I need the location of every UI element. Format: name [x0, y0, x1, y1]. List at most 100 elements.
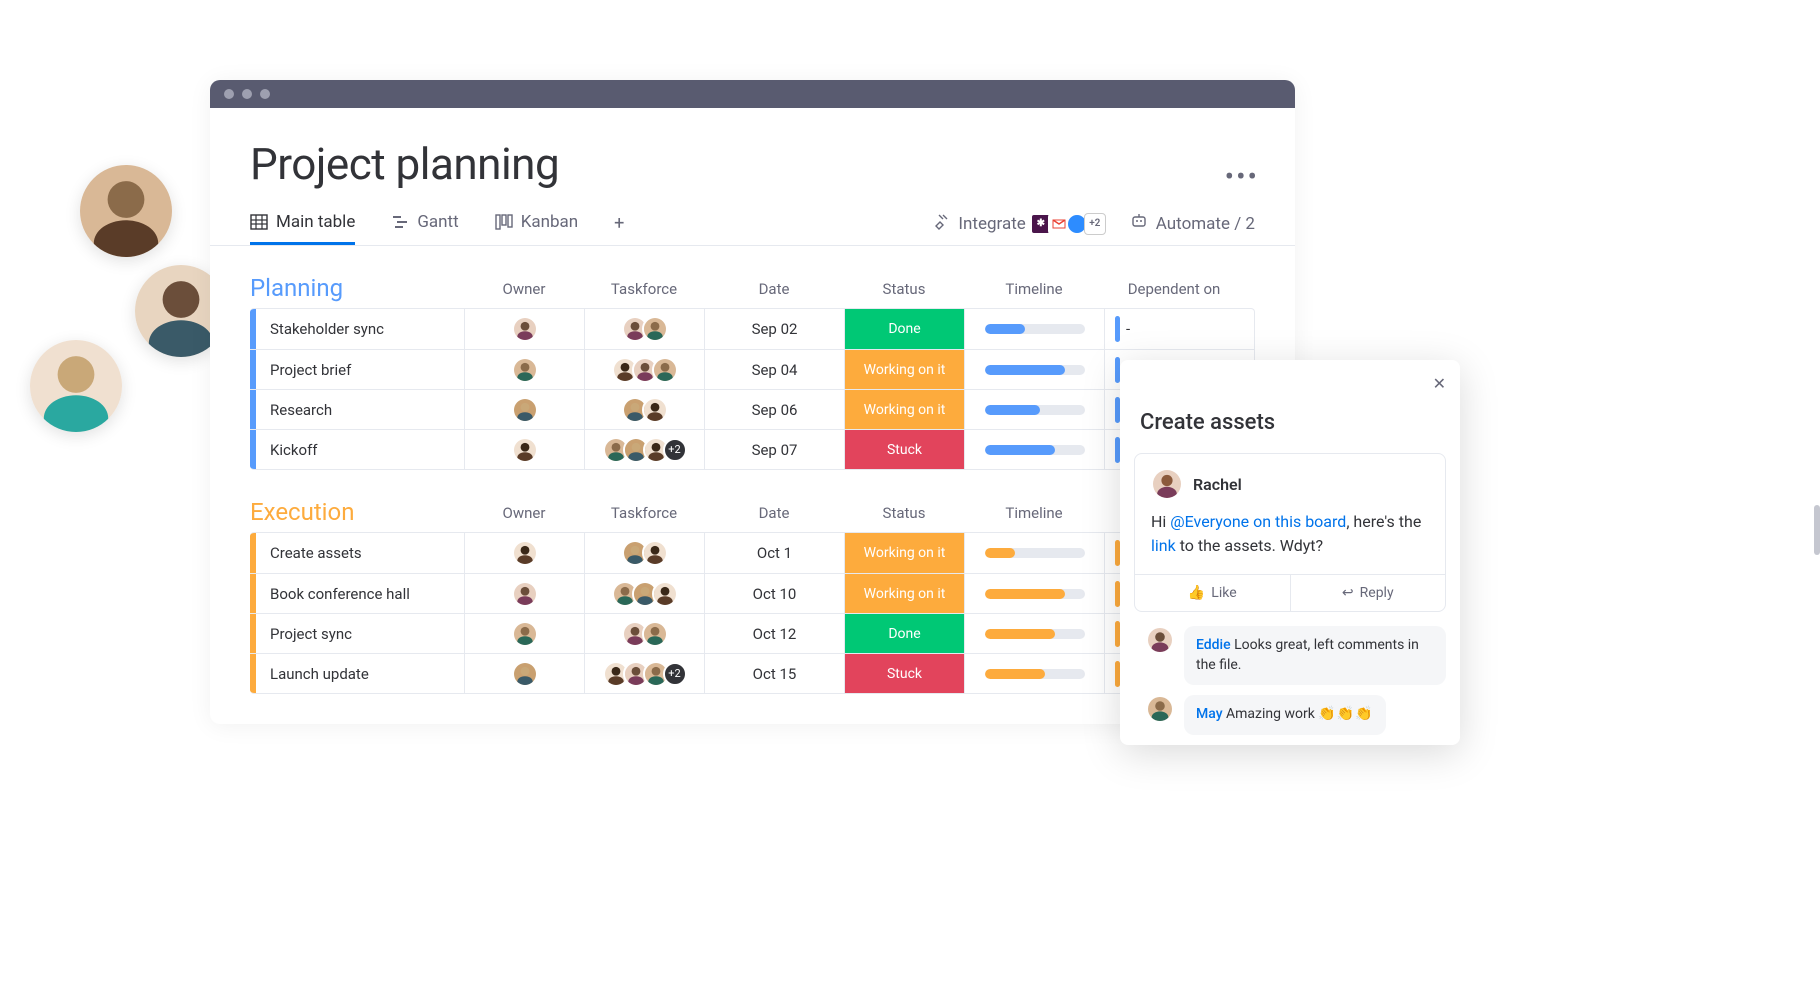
column-header-owner: Owner — [464, 280, 584, 302]
table-row[interactable]: Create assets Oct 1 Working on it +Add — [250, 533, 1254, 573]
tab-label: Kanban — [521, 212, 578, 232]
item-name-cell[interactable]: Launch update — [256, 654, 464, 693]
item-name-cell[interactable]: Research — [256, 390, 464, 429]
date-cell[interactable]: Oct 10 — [704, 574, 844, 613]
timeline-cell[interactable] — [964, 574, 1104, 613]
tab-main-table[interactable]: Main table — [250, 212, 355, 245]
reply-author[interactable]: May — [1196, 706, 1223, 722]
date-cell[interactable]: Oct 15 — [704, 654, 844, 693]
plug-icon — [932, 212, 950, 235]
update-body: Hi @Everyone on this board, here's the l… — [1135, 504, 1445, 574]
owner-cell[interactable] — [464, 533, 584, 573]
column-header-taskforce: Taskforce — [584, 280, 704, 302]
item-name-cell[interactable]: Create assets — [256, 533, 464, 573]
status-cell[interactable]: Working on it — [844, 533, 964, 573]
reply-author[interactable]: Eddie — [1196, 637, 1231, 653]
owner-cell[interactable] — [464, 574, 584, 613]
group-title[interactable]: Execution — [250, 498, 464, 526]
timeline-cell[interactable] — [964, 350, 1104, 389]
reply: Eddie Looks great, left comments in the … — [1146, 626, 1446, 685]
column-header-status: Status — [844, 504, 964, 526]
status-cell[interactable]: Working on it — [844, 574, 964, 613]
table-row[interactable]: Book conference hall Oct 10 Working on i… — [250, 573, 1254, 613]
column-header-dependent: Dependent on — [1104, 280, 1244, 302]
table-row[interactable]: Project sync Oct 12 Done +Add — [250, 613, 1254, 653]
add-view-button[interactable]: + — [614, 213, 624, 244]
tab-kanban[interactable]: Kanban — [495, 212, 578, 245]
status-cell[interactable]: Stuck — [844, 430, 964, 469]
owner-cell[interactable] — [464, 430, 584, 469]
owner-avatar — [512, 621, 538, 647]
taskforce-cell[interactable]: +2 — [584, 430, 704, 469]
timeline-cell[interactable] — [964, 430, 1104, 469]
tab-label: Gantt — [417, 212, 458, 232]
taskforce-cell[interactable]: +2 — [584, 654, 704, 693]
status-cell[interactable]: Working on it — [844, 350, 964, 389]
more-menu-button[interactable]: ••• — [1225, 160, 1259, 193]
integrate-label: Integrate — [958, 214, 1025, 234]
page-title: Project planning — [210, 138, 1295, 200]
date-cell[interactable]: Sep 07 — [704, 430, 844, 469]
status-cell[interactable]: Stuck — [844, 654, 964, 693]
item-name-cell[interactable]: Book conference hall — [256, 574, 464, 613]
owner-cell[interactable] — [464, 654, 584, 693]
date-cell[interactable]: Sep 04 — [704, 350, 844, 389]
window-dot — [242, 89, 252, 99]
status-cell[interactable]: Done — [844, 309, 964, 349]
owner-avatar — [512, 581, 538, 607]
item-name-cell[interactable]: Project sync — [256, 614, 464, 653]
date-cell[interactable]: Oct 1 — [704, 533, 844, 573]
dependent-cell[interactable]: - — [1104, 309, 1249, 349]
owner-cell[interactable] — [464, 350, 584, 389]
taskforce-cell[interactable] — [584, 309, 704, 349]
column-header-date: Date — [704, 280, 844, 302]
automate-button[interactable]: Automate / 2 — [1130, 212, 1255, 235]
group-title[interactable]: Planning — [250, 274, 464, 302]
date-cell[interactable]: Oct 12 — [704, 614, 844, 653]
mention[interactable]: @Everyone on this board — [1170, 512, 1346, 531]
asset-link[interactable]: link — [1151, 536, 1176, 555]
table-row[interactable]: Stakeholder sync Sep 02 Done - — [250, 309, 1254, 349]
owner-cell[interactable] — [464, 614, 584, 653]
taskforce-cell[interactable] — [584, 533, 704, 573]
table-row[interactable]: Research Sep 06 Working on it +Add — [250, 389, 1254, 429]
like-button[interactable]: 👍Like — [1135, 575, 1291, 611]
taskforce-cell[interactable] — [584, 614, 704, 653]
tab-label: Main table — [276, 212, 355, 232]
status-cell[interactable]: Working on it — [844, 390, 964, 429]
timeline-cell[interactable] — [964, 654, 1104, 693]
item-name-cell[interactable]: Stakeholder sync — [256, 309, 464, 349]
table-row[interactable]: Kickoff +2 Sep 07 Stuck +Add — [250, 429, 1254, 469]
item-name-cell[interactable]: Kickoff — [256, 430, 464, 469]
thumbs-up-icon: 👍 — [1188, 585, 1205, 601]
item-name-cell[interactable]: Project brief — [256, 350, 464, 389]
reply-button[interactable]: ↩Reply — [1291, 575, 1446, 611]
dependent-pill — [1115, 316, 1120, 342]
integrations-more-count: +2 — [1084, 213, 1106, 235]
tab-gantt[interactable]: Gantt — [391, 212, 458, 245]
timeline-cell[interactable] — [964, 390, 1104, 429]
status-cell[interactable]: Done — [844, 614, 964, 653]
owner-avatar — [512, 357, 538, 383]
integrate-button[interactable]: Integrate ✱ +2 — [932, 212, 1105, 235]
taskforce-avatar — [652, 357, 678, 383]
taskforce-cell[interactable] — [584, 390, 704, 429]
author-avatar — [1151, 468, 1183, 500]
table-row[interactable]: Launch update +2 Oct 15 Stuck +Add — [250, 653, 1254, 693]
table-row[interactable]: Project brief Sep 04 Working on it Goal — [250, 349, 1254, 389]
date-cell[interactable]: Sep 06 — [704, 390, 844, 429]
timeline-cell[interactable] — [964, 614, 1104, 653]
avatar-overflow-count: +2 — [663, 662, 687, 686]
owner-avatar — [512, 661, 538, 687]
owner-avatar — [512, 540, 538, 566]
date-cell[interactable]: Sep 02 — [704, 309, 844, 349]
close-button[interactable]: ✕ — [1433, 374, 1446, 393]
taskforce-cell[interactable] — [584, 574, 704, 613]
taskforce-cell[interactable] — [584, 350, 704, 389]
timeline-cell[interactable] — [964, 309, 1104, 349]
timeline-cell[interactable] — [964, 533, 1104, 573]
scrollbar[interactable] — [1814, 505, 1820, 555]
owner-cell[interactable] — [464, 390, 584, 429]
column-header-date: Date — [704, 504, 844, 526]
owner-cell[interactable] — [464, 309, 584, 349]
